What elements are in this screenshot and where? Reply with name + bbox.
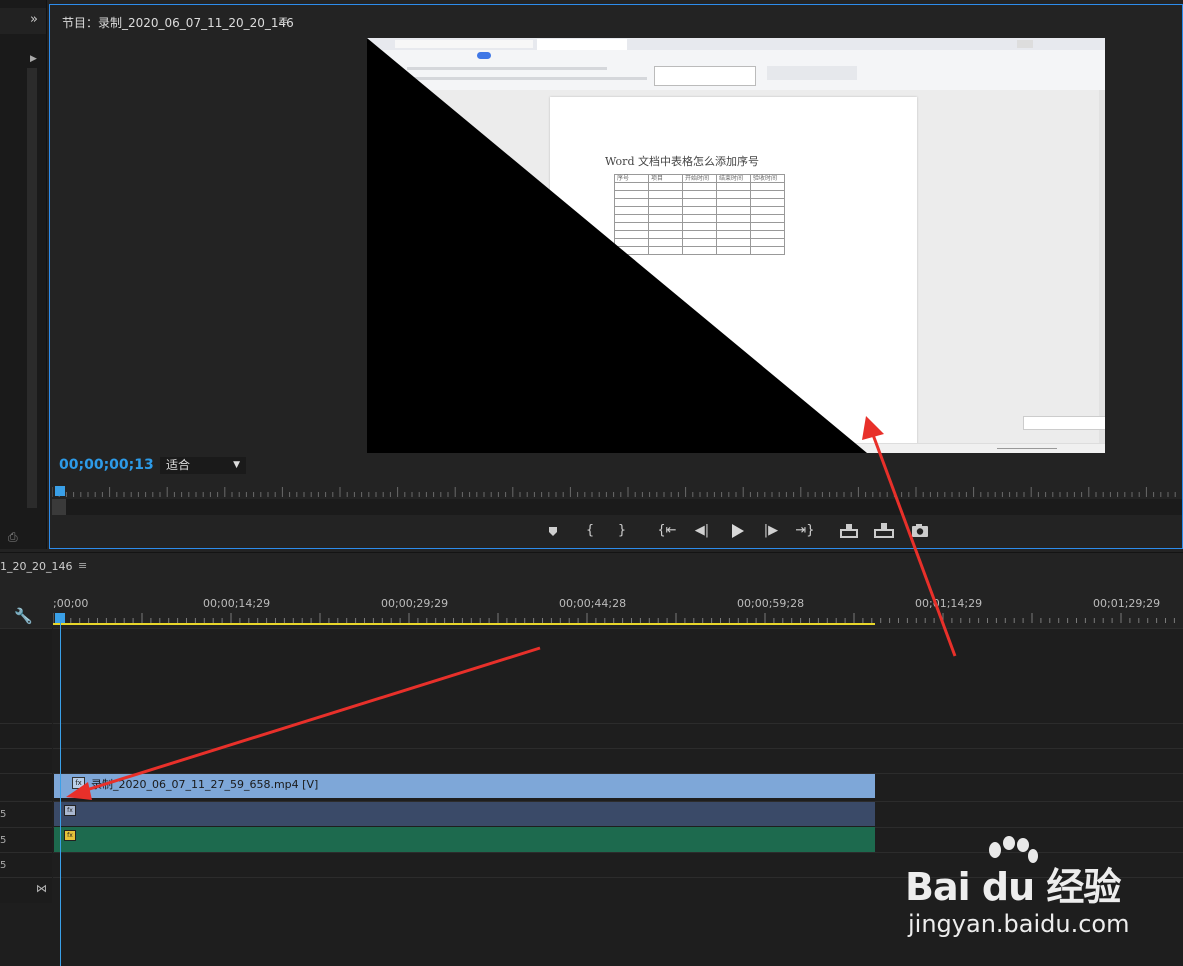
left-panel: ▶ ⎙	[0, 0, 47, 549]
fx-badge: fx	[64, 805, 76, 816]
work-area-bar[interactable]	[53, 623, 875, 625]
program-menu-icon[interactable]: ≡	[278, 13, 288, 27]
video-clip[interactable]: fx 录制_2020_06_07_11_27_59_658.mp4 [V]	[54, 774, 875, 798]
left-panel-header	[0, 8, 46, 34]
ruler-tick-label: 00;00;29;29	[381, 597, 449, 610]
expand-panels-icon[interactable]: »	[30, 12, 38, 27]
left-panel-scrollbar[interactable]	[27, 68, 37, 508]
track-header[interactable]: 5	[0, 827, 52, 853]
track-header[interactable]: 5	[0, 801, 52, 827]
playhead-line	[60, 618, 61, 966]
watermark-url: jingyan.baidu.com	[908, 910, 1130, 938]
fx-badge: fx	[64, 830, 76, 841]
ruler-tick-label: 00;00;59;28	[737, 597, 805, 610]
track-row-v1b[interactable]	[53, 748, 1183, 773]
audio-clip[interactable]: fx	[54, 827, 875, 852]
step-forward-icon[interactable]: |▶	[758, 518, 784, 544]
program-scroll-bar[interactable]	[52, 499, 1182, 515]
play-icon[interactable]	[724, 518, 750, 544]
lift-icon[interactable]	[836, 518, 862, 544]
timeline-menu-icon[interactable]: ≡	[78, 559, 87, 572]
timeline-tab[interactable]: 1_20_20_146	[0, 560, 73, 573]
timeline-tabbar	[0, 552, 1183, 587]
export-frame-icon[interactable]	[907, 518, 933, 544]
audio-clip[interactable]: fx	[54, 802, 875, 826]
track-label: 5	[0, 835, 7, 846]
baidu-watermark: Bai du 经验 jingyan.baidu.com	[905, 836, 1183, 966]
master-track-icon[interactable]: ⋈	[36, 882, 47, 895]
go-to-out-icon[interactable]: ⇥}	[792, 518, 818, 544]
track-header[interactable]	[0, 748, 52, 773]
track-header[interactable]	[0, 723, 52, 748]
program-timecode[interactable]: 00;00;00;13	[59, 457, 154, 473]
video-preview: Word 文档中表格怎么添加序号 序号 项目 开始时间 结束时间 验收时间	[367, 38, 1105, 453]
program-monitor-title: 节目：录制_2020_06_07_11_20_20_146	[62, 16, 294, 30]
ruler-tick-label: ;00;00	[53, 597, 89, 610]
panel-arrow-icon[interactable]: ▶	[30, 54, 37, 64]
marker-icon[interactable]	[540, 518, 566, 544]
ruler-tick-label: 00;00;44;28	[559, 597, 627, 610]
go-to-in-icon[interactable]: {⇤	[654, 518, 680, 544]
track-label: 5	[0, 809, 7, 820]
mark-out-icon[interactable]: }	[609, 518, 635, 544]
track-label: 5	[0, 860, 7, 871]
transport-controls: { } {⇤ ◀| |▶ ⇥}	[52, 518, 1182, 546]
chevron-down-icon: ▼	[233, 460, 240, 470]
step-back-icon[interactable]: ◀|	[689, 518, 715, 544]
program-playhead[interactable]	[55, 486, 65, 496]
program-mini-ruler[interactable]	[52, 484, 1182, 498]
track-row-v2[interactable]	[53, 723, 1183, 748]
track-header[interactable]: 5	[0, 852, 52, 878]
ruler-tick-label: 00;01;29;29	[1093, 597, 1161, 610]
ruler-tick-label: 00;00;14;29	[203, 597, 271, 610]
wipe-transition	[367, 38, 867, 453]
watermark-brand: Bai du 经验	[905, 865, 1121, 909]
fx-badge: fx	[72, 777, 85, 789]
ruler-tick-label: 00;01;14;29	[915, 597, 983, 610]
mark-in-icon[interactable]: {	[577, 518, 603, 544]
track-row-v3[interactable]	[53, 628, 1183, 723]
export-icon[interactable]: ⎙	[8, 530, 18, 545]
playhead[interactable]	[55, 613, 65, 623]
track-header[interactable]	[0, 773, 52, 800]
fit-dropdown[interactable]: 适合 ▼	[160, 457, 246, 474]
clip-name: 录制_2020_06_07_11_27_59_658.mp4 [V]	[91, 778, 319, 791]
track-header[interactable]: ⋈	[0, 877, 52, 903]
track-header[interactable]	[0, 628, 52, 723]
fit-dropdown-value: 适合	[166, 458, 191, 472]
extract-icon[interactable]	[871, 518, 897, 544]
wrench-icon[interactable]: 🔧	[14, 607, 33, 625]
